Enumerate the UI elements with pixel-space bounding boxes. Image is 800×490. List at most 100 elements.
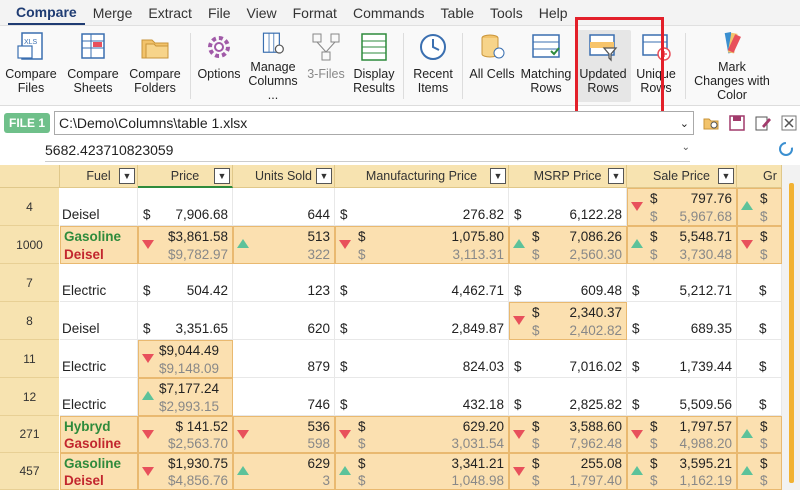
cell-units[interactable]: 123	[233, 264, 335, 302]
cell-units[interactable]: 879	[233, 340, 335, 378]
close-icon[interactable]	[780, 114, 798, 132]
options-button[interactable]: Options	[195, 30, 243, 102]
cell-sale[interactable]: $5,509.56	[627, 378, 737, 416]
compare-folders-button[interactable]: Compare Folders	[124, 30, 186, 102]
menu-merge[interactable]: Merge	[85, 0, 141, 26]
filter-dropdown-icon[interactable]: ▼	[214, 168, 230, 184]
cell-units[interactable]: 746	[233, 378, 335, 416]
cell-sale-changed[interactable]: $797.76 $5,967.68	[627, 188, 737, 226]
cell-msrp-changed[interactable]: $7,086.26 $2,560.30	[509, 226, 627, 264]
cell-gross[interactable]: $	[737, 302, 782, 340]
cell-sale[interactable]: $5,212.71	[627, 264, 737, 302]
vertical-scrollbar[interactable]	[782, 165, 800, 490]
cell-mfg[interactable]: $2,849.87	[335, 302, 509, 340]
menu-compare[interactable]: Compare	[8, 1, 85, 25]
cell-gross[interactable]: $ $	[737, 416, 782, 453]
cell-mfg-changed[interactable]: $3,341.21 $1,048.98	[335, 453, 509, 490]
cell-fuel-changed[interactable]: Hybryd Gasoline	[60, 416, 138, 453]
cell-fuel[interactable]: Deisel	[60, 302, 138, 340]
filter-dropdown-icon[interactable]: ▼	[718, 168, 734, 184]
column-header-units-sold[interactable]: Units Sold ▼	[233, 165, 335, 188]
cell-gross[interactable]: $ $	[737, 453, 782, 490]
cell-fuel-changed[interactable]: Gasoline Deisel	[60, 226, 138, 264]
cell-units-changed[interactable]: 536 598	[233, 416, 335, 453]
compare-sheets-button[interactable]: Compare Sheets	[62, 30, 124, 102]
edit-icon[interactable]	[754, 114, 772, 132]
cell-price[interactable]: $3,351.65	[138, 302, 233, 340]
filter-dropdown-icon[interactable]: ▼	[608, 168, 624, 184]
cell-price-changed[interactable]: $3,861.58 $9,782.97	[138, 226, 233, 264]
cell-msrp[interactable]: $2,825.82	[509, 378, 627, 416]
cell-sale-changed[interactable]: $1,797.57 $4,988.20	[627, 416, 737, 453]
cell-price-changed[interactable]: $1,930.75 $4,856.76	[138, 453, 233, 490]
updated-rows-button[interactable]: Updated Rows	[575, 30, 631, 102]
menu-help[interactable]: Help	[531, 0, 576, 26]
cell-fuel[interactable]: Electric	[60, 264, 138, 302]
menu-tools[interactable]: Tools	[482, 0, 531, 26]
cell-msrp-changed[interactable]: $3,588.60 $7,962.48	[509, 416, 627, 453]
column-header-msrp-price[interactable]: MSRP Price ▼	[509, 165, 627, 188]
filter-dropdown-icon[interactable]: ▼	[316, 168, 332, 184]
menu-commands[interactable]: Commands	[345, 0, 433, 26]
cell-fuel[interactable]: Deisel	[60, 188, 138, 226]
cell-gross[interactable]: $	[737, 340, 782, 378]
cell-fuel-changed[interactable]: Gasoline Deisel	[60, 453, 138, 490]
cell-price-changed[interactable]: $9,044.49 $9,148.09	[138, 340, 233, 378]
cell-gross[interactable]: $ $	[737, 188, 782, 226]
expand-icon[interactable]: ⌄	[682, 142, 690, 159]
compare-files-button[interactable]: XLS Compare Files	[0, 30, 62, 102]
cell-units-changed[interactable]: 513 322	[233, 226, 335, 264]
cell-mfg[interactable]: $276.82	[335, 188, 509, 226]
save-icon[interactable]	[728, 114, 746, 132]
cell-price-changed[interactable]: $7,177.24 $2,993.15	[138, 378, 233, 416]
cell-value-bar[interactable]: 5682.423710823059 ⌄	[45, 140, 690, 162]
menu-extract[interactable]: Extract	[140, 0, 200, 26]
matching-rows-button[interactable]: Matching Rows	[517, 30, 575, 102]
recent-items-button[interactable]: Recent Items	[408, 30, 458, 102]
menu-view[interactable]: View	[239, 0, 285, 26]
unique-rows-button[interactable]: Unique Rows	[631, 30, 681, 102]
open-folder-icon[interactable]	[702, 114, 720, 132]
refresh-icon[interactable]	[778, 141, 794, 157]
filter-dropdown-icon[interactable]: ▼	[490, 168, 506, 184]
column-header-fuel[interactable]: Fuel ▼	[60, 165, 138, 188]
cell-mfg[interactable]: $824.03	[335, 340, 509, 378]
cell-mfg-changed[interactable]: $629.20 $3,031.54	[335, 416, 509, 453]
menu-format[interactable]: Format	[285, 0, 345, 26]
cell-msrp[interactable]: $7,016.02	[509, 340, 627, 378]
cell-units-changed[interactable]: 629 3	[233, 453, 335, 490]
column-header-sale-price[interactable]: Sale Price ▼	[627, 165, 737, 188]
cell-sale[interactable]: $689.35	[627, 302, 737, 340]
cell-msrp-changed[interactable]: $2,340.37 $2,402.82	[509, 302, 627, 340]
column-header-price[interactable]: Price ▼	[138, 165, 233, 188]
cell-units[interactable]: 620	[233, 302, 335, 340]
cell-price[interactable]: $504.42	[138, 264, 233, 302]
cell-mfg[interactable]: $432.18	[335, 378, 509, 416]
cell-units[interactable]: 644	[233, 188, 335, 226]
cell-sale-changed[interactable]: $5,548.71 $3,730.48	[627, 226, 737, 264]
column-header-gross[interactable]: Gr	[737, 165, 782, 188]
cell-gross[interactable]: $	[737, 264, 782, 302]
filter-dropdown-icon[interactable]: ▼	[119, 168, 135, 184]
cell-gross[interactable]: $ $	[737, 226, 782, 264]
mark-changes-button[interactable]: Mark Changes with Color	[690, 30, 774, 102]
chevron-down-icon[interactable]: ⌄	[680, 117, 689, 130]
cell-msrp[interactable]: $6,122.28	[509, 188, 627, 226]
cell-mfg-changed[interactable]: $1,075.80 $3,113.31	[335, 226, 509, 264]
three-files-button[interactable]: 3-Files	[303, 30, 349, 102]
cell-sale-changed[interactable]: $3,595.21 $1,162.19	[627, 453, 737, 490]
manage-columns-button[interactable]: Manage Columns ...	[243, 30, 303, 102]
cell-price-changed[interactable]: $ 141.52 $2,563.70	[138, 416, 233, 453]
cell-msrp-changed[interactable]: $255.08 $1,797.40	[509, 453, 627, 490]
cell-fuel[interactable]: Electric	[60, 340, 138, 378]
cell-mfg[interactable]: $4,462.71	[335, 264, 509, 302]
column-header-manufacturing-price[interactable]: Manufacturing Price ▼	[335, 165, 509, 188]
display-results-button[interactable]: Display Results	[349, 30, 399, 102]
menu-file[interactable]: File	[200, 0, 239, 26]
file-path-input[interactable]: C:\Demo\Columns\table 1.xlsx ⌄	[54, 111, 695, 135]
cell-price[interactable]: $7,906.68	[138, 188, 233, 226]
menu-table[interactable]: Table	[433, 0, 482, 26]
all-cells-button[interactable]: All Cells	[467, 30, 517, 102]
cell-gross[interactable]: $	[737, 378, 782, 416]
cell-msrp[interactable]: $609.48	[509, 264, 627, 302]
